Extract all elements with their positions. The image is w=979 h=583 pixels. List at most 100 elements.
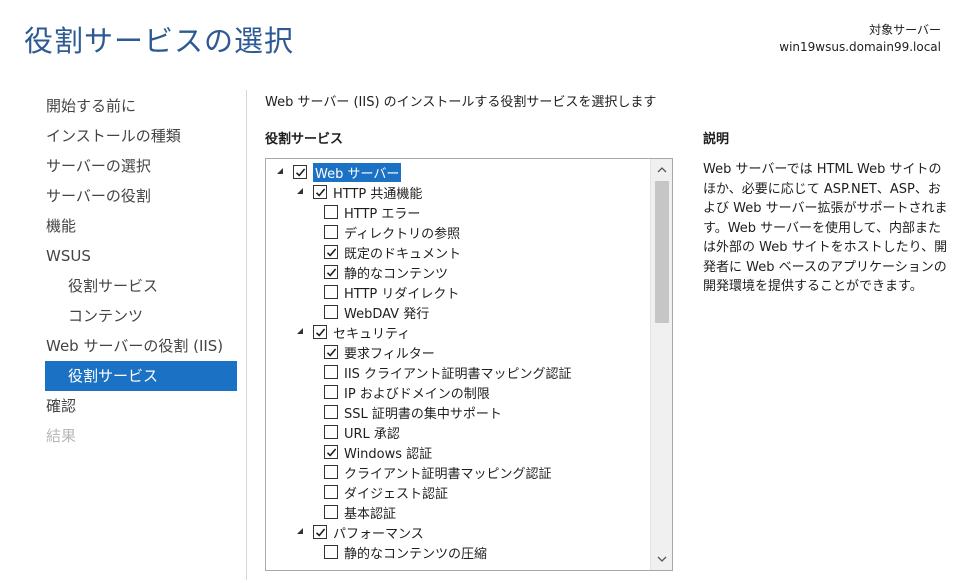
- tree-node[interactable]: IIS クライアント証明書マッピング認証: [266, 362, 649, 382]
- target-server-info: 対象サーバー win19wsus.domain99.local: [779, 22, 941, 56]
- target-server-name: win19wsus.domain99.local: [779, 40, 941, 54]
- scroll-down-button[interactable]: [651, 550, 672, 568]
- target-server-label: 対象サーバー: [869, 23, 941, 37]
- description-text: Web サーバーでは HTML Web サイトのほか、必要に応じて ASP.NE…: [703, 162, 948, 294]
- role-services-tree[interactable]: Web サーバー HTTP 共通機能 HTTP エラー ディレクトリの参照 既定のドキュ…: [265, 158, 673, 571]
- tree-node[interactable]: HTTP エラー: [266, 202, 649, 222]
- feature-checkbox[interactable]: [293, 165, 307, 179]
- tree-node[interactable]: パフォーマンス: [266, 522, 649, 542]
- nav-item[interactable]: WSUS: [37, 241, 237, 271]
- expand-collapse-icon[interactable]: [294, 187, 306, 198]
- tree-node[interactable]: HTTP リダイレクト: [266, 282, 649, 302]
- checkmark-icon: [326, 247, 336, 257]
- vertical-scrollbar[interactable]: [650, 159, 672, 570]
- checkmark-icon: [315, 187, 325, 197]
- tree-node[interactable]: WebDAV 発行: [266, 302, 649, 322]
- nav-item[interactable]: コンテンツ: [37, 301, 237, 331]
- feature-checkbox[interactable]: [324, 345, 338, 359]
- tree-node[interactable]: HTTP 共通機能: [266, 182, 649, 202]
- scroll-thumb[interactable]: [655, 181, 669, 323]
- feature-checkbox[interactable]: [324, 545, 338, 559]
- tree-node[interactable]: SSL 証明書の集中サポート: [266, 402, 649, 422]
- tree-node[interactable]: 既定のドキュメント: [266, 242, 649, 262]
- tree-node[interactable]: ダイジェスト認証: [266, 482, 649, 502]
- feature-checkbox[interactable]: [324, 505, 338, 519]
- feature-checkbox[interactable]: [324, 245, 338, 259]
- nav-divider: [246, 90, 247, 580]
- tree-node-label[interactable]: HTTP リダイレクト: [344, 283, 459, 302]
- tree-node-label[interactable]: パフォーマンス: [333, 523, 424, 542]
- tree-node[interactable]: セキュリティ: [266, 322, 649, 342]
- feature-checkbox[interactable]: [324, 285, 338, 299]
- tree-node[interactable]: 基本認証: [266, 502, 649, 522]
- feature-checkbox[interactable]: [324, 405, 338, 419]
- tree-node[interactable]: Windows 認証: [266, 442, 649, 462]
- tree-node-label[interactable]: ダイジェスト認証: [344, 483, 448, 502]
- nav-item[interactable]: Web サーバーの役割 (IIS): [37, 331, 237, 361]
- feature-checkbox[interactable]: [313, 325, 327, 339]
- tree-node-label[interactable]: HTTP 共通機能: [333, 183, 422, 202]
- nav-item[interactable]: サーバーの役割: [37, 181, 237, 211]
- tree-node[interactable]: IP およびドメインの制限: [266, 382, 649, 402]
- role-services-label: 役割サービス: [265, 132, 344, 147]
- chevron-down-icon: [657, 556, 666, 562]
- tree-node-label[interactable]: WebDAV 発行: [344, 303, 429, 322]
- instruction-text: Web サーバー (IIS) のインストールする役割サービスを選択します: [265, 95, 657, 110]
- tree-node-label[interactable]: IIS クライアント証明書マッピング認証: [344, 363, 572, 382]
- tree-node[interactable]: 要求フィルター: [266, 342, 649, 362]
- nav-item[interactable]: 確認: [37, 391, 237, 421]
- tree-node-label[interactable]: 静的なコンテンツ: [344, 263, 448, 282]
- tree-node-label[interactable]: 要求フィルター: [344, 343, 435, 362]
- feature-checkbox[interactable]: [324, 445, 338, 459]
- nav-item[interactable]: 役割サービス: [45, 361, 237, 391]
- expand-collapse-icon[interactable]: [294, 327, 306, 338]
- feature-checkbox[interactable]: [324, 225, 338, 239]
- tree-node[interactable]: クライアント証明書マッピング認証: [266, 462, 649, 482]
- tree-node-label[interactable]: SSL 証明書の集中サポート: [344, 403, 502, 422]
- feature-checkbox[interactable]: [324, 465, 338, 479]
- feature-checkbox[interactable]: [324, 485, 338, 499]
- tree-node-label[interactable]: 静的なコンテンツの圧縮: [344, 543, 487, 562]
- tree-node[interactable]: 静的なコンテンツ: [266, 262, 649, 282]
- scroll-up-button[interactable]: [651, 161, 672, 179]
- tree-node-label[interactable]: Web サーバー: [313, 162, 402, 182]
- tree-node-label[interactable]: 基本認証: [344, 503, 396, 522]
- checkmark-icon: [326, 347, 336, 357]
- nav-item[interactable]: サーバーの選択: [37, 151, 237, 181]
- nav-item[interactable]: 役割サービス: [37, 271, 237, 301]
- checkmark-icon: [326, 447, 336, 457]
- feature-checkbox[interactable]: [324, 385, 338, 399]
- tree-node[interactable]: URL 承認: [266, 422, 649, 442]
- checkmark-icon: [326, 267, 336, 277]
- tree-node-label[interactable]: URL 承認: [344, 423, 400, 442]
- tree-node-label[interactable]: HTTP エラー: [344, 203, 420, 222]
- checkmark-icon: [295, 167, 305, 177]
- page-title: 役割サービスの選択: [24, 24, 295, 58]
- tree-node-label[interactable]: セキュリティ: [333, 323, 410, 342]
- wizard-nav: 開始する前に インストールの種類 サーバーの選択 サーバーの役割 機能 WSUS 役割サービ…: [37, 91, 237, 451]
- tree-node-label[interactable]: IP およびドメインの制限: [344, 383, 490, 402]
- nav-item[interactable]: インストールの種類: [37, 121, 237, 151]
- feature-checkbox[interactable]: [324, 265, 338, 279]
- checkmark-icon: [315, 327, 325, 337]
- feature-checkbox[interactable]: [324, 305, 338, 319]
- tree-node-label[interactable]: ディレクトリの参照: [344, 223, 460, 242]
- nav-item: 結果: [46, 427, 77, 445]
- tree-node[interactable]: 静的なコンテンツの圧縮: [266, 542, 649, 562]
- description-label: 説明: [703, 132, 730, 147]
- feature-checkbox[interactable]: [324, 425, 338, 439]
- chevron-up-icon: [657, 167, 666, 173]
- feature-checkbox[interactable]: [324, 205, 338, 219]
- feature-checkbox[interactable]: [313, 525, 327, 539]
- nav-item[interactable]: 機能: [37, 211, 237, 241]
- tree-node-label[interactable]: クライアント証明書マッピング認証: [344, 463, 551, 482]
- feature-checkbox[interactable]: [324, 365, 338, 379]
- feature-checkbox[interactable]: [313, 185, 327, 199]
- expand-collapse-icon[interactable]: [274, 167, 286, 178]
- tree-node[interactable]: Web サーバー: [266, 162, 649, 182]
- nav-item[interactable]: 開始する前に: [37, 91, 237, 121]
- tree-node-label[interactable]: 既定のドキュメント: [344, 243, 461, 262]
- tree-node[interactable]: ディレクトリの参照: [266, 222, 649, 242]
- tree-node-label[interactable]: Windows 認証: [344, 443, 432, 462]
- expand-collapse-icon[interactable]: [294, 527, 306, 538]
